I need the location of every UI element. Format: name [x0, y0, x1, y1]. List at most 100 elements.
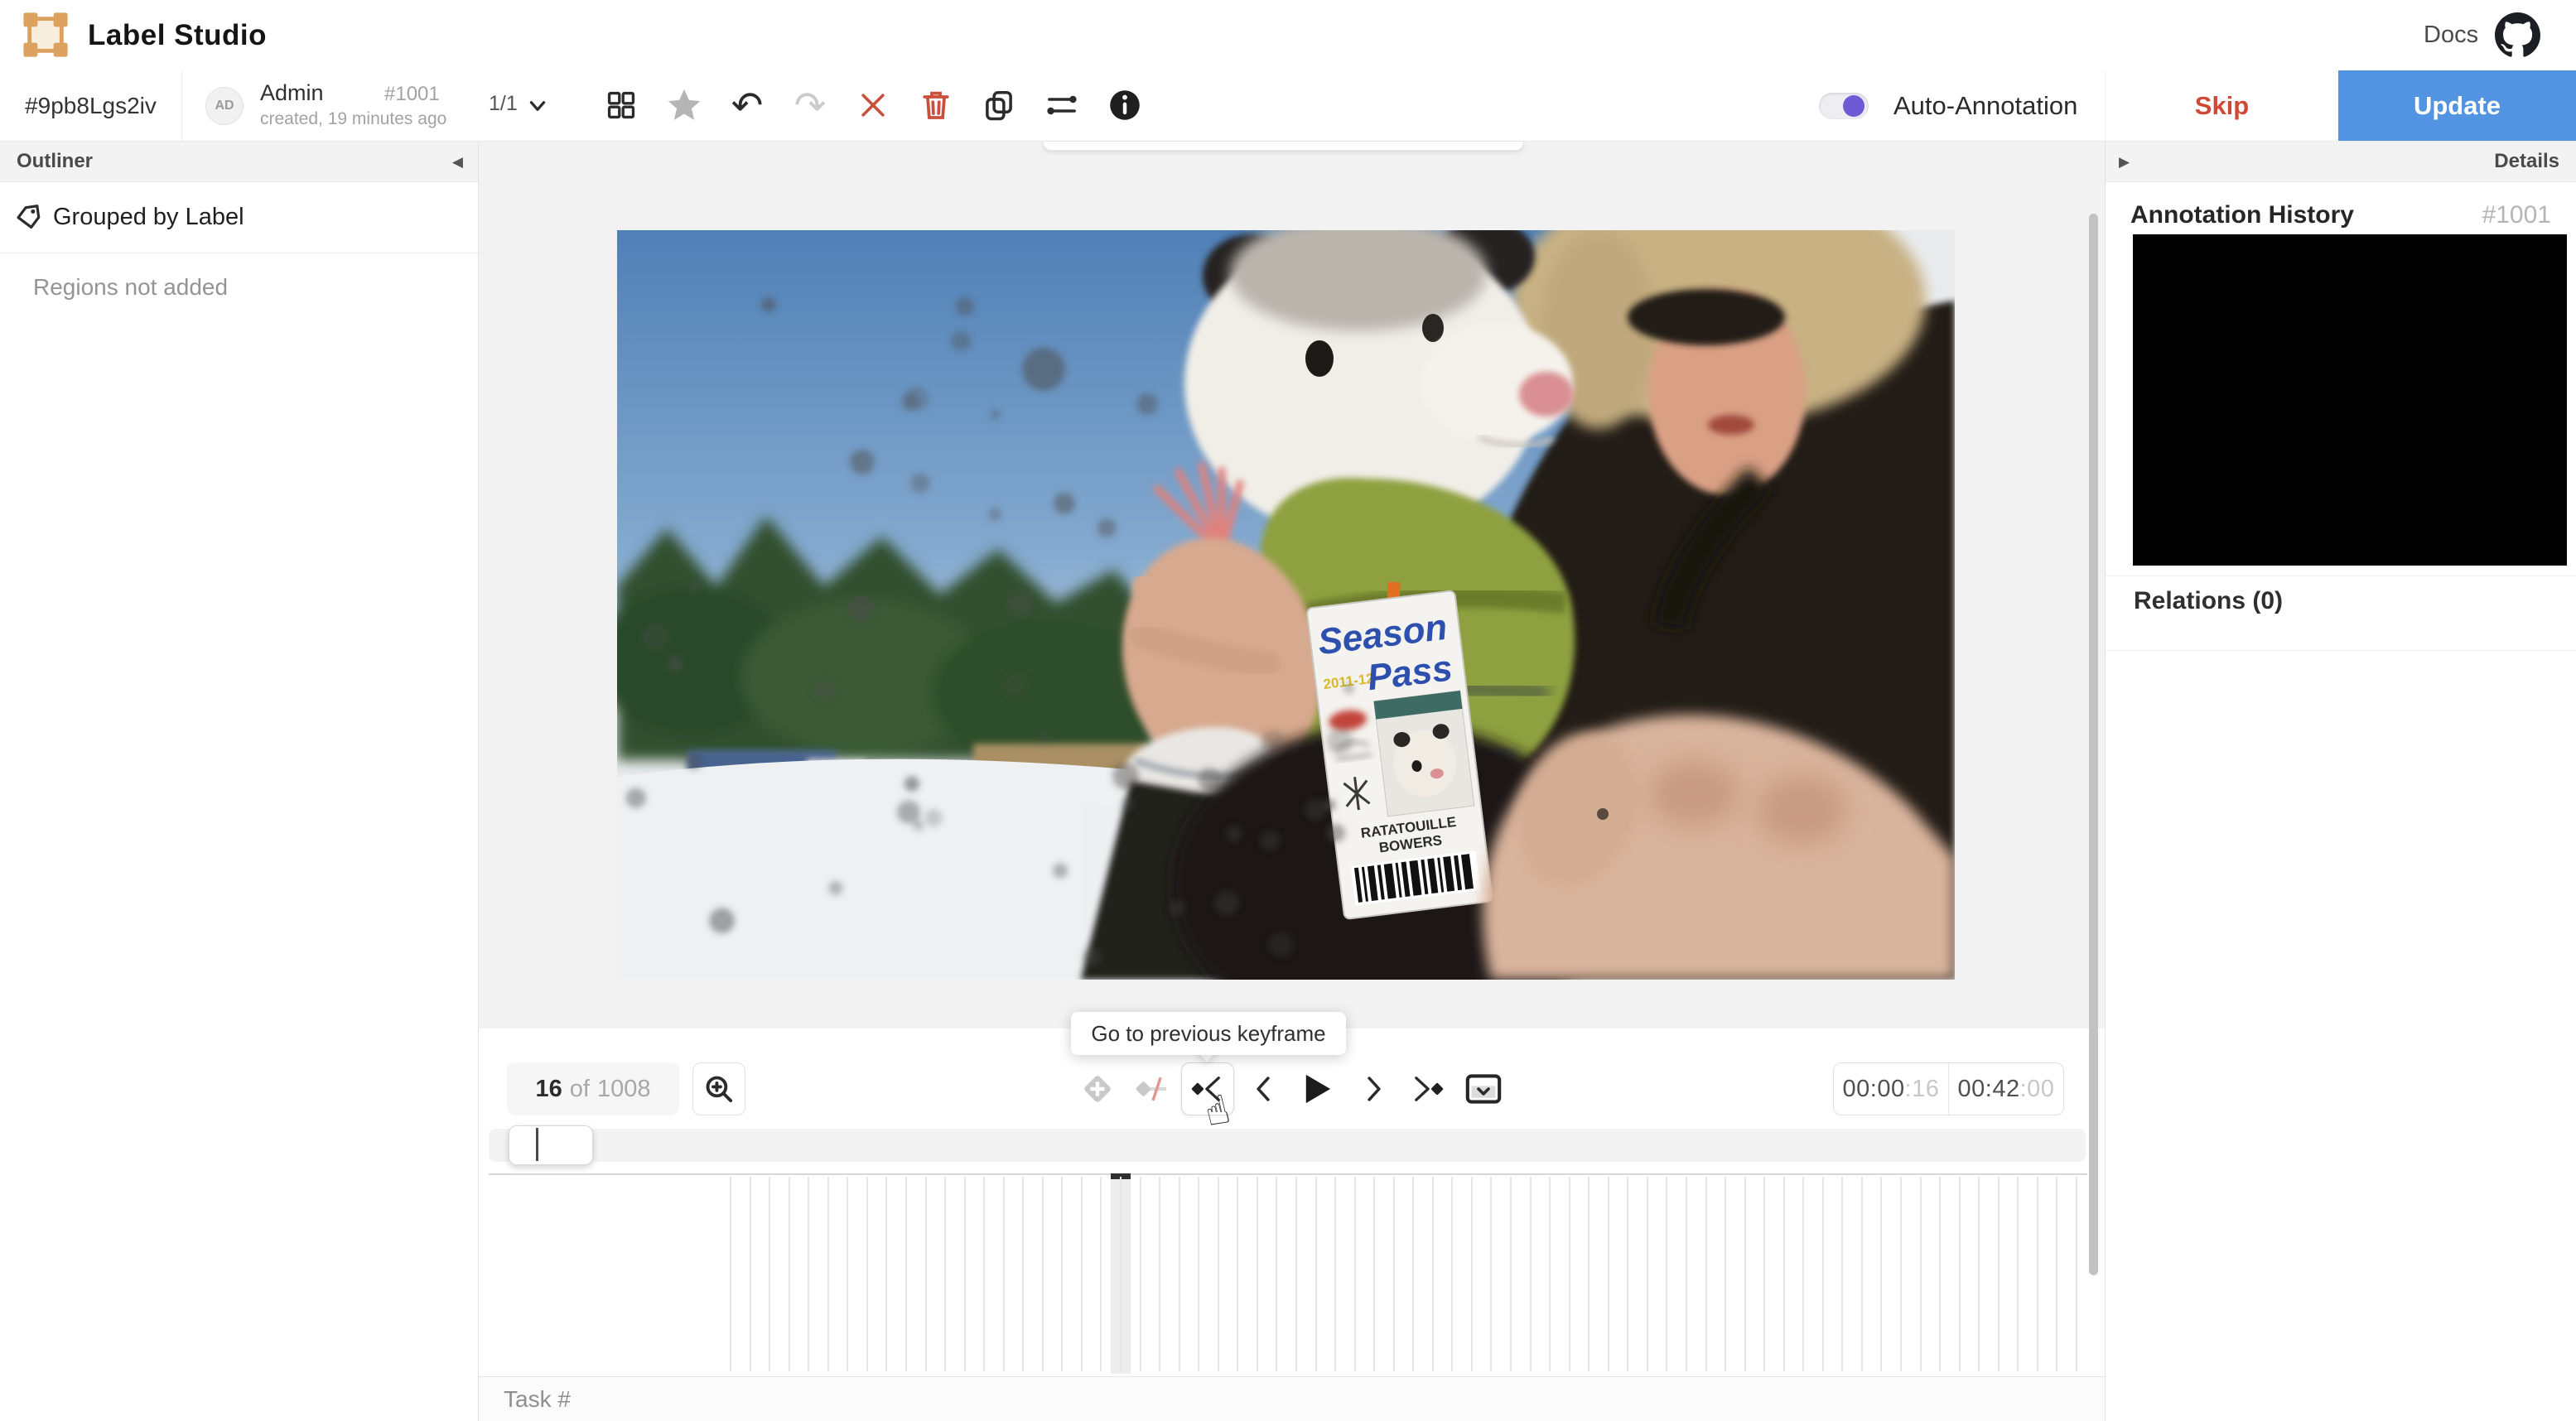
timeline-tick [1041, 1177, 1044, 1371]
timeline-tick [1080, 1177, 1083, 1371]
timeline-tick [1315, 1177, 1317, 1371]
next-keyframe-button[interactable] [1403, 1062, 1451, 1115]
timeline-tick [1100, 1177, 1102, 1371]
chevron-down-icon[interactable] [527, 95, 548, 117]
star-icon [668, 89, 701, 120]
timeline-tick [1821, 1177, 1824, 1371]
timeline-tick [730, 1177, 731, 1371]
timeline-tick [1763, 1177, 1766, 1371]
timeline-tick [847, 1177, 849, 1371]
regions-empty-text: Regions not added [33, 274, 229, 300]
time-position-frames: :16 [1904, 1075, 1940, 1102]
timeline-tick [1490, 1177, 1493, 1371]
seek-thumb[interactable] [509, 1125, 593, 1165]
divider [2106, 650, 2576, 651]
timeline-tick [1939, 1177, 1942, 1371]
video-frame[interactable]: Season 2011-12 Pass RATATOUILLE BOWERS [617, 230, 1955, 980]
timeline-tick [1880, 1177, 1883, 1371]
expand-panel-icon[interactable]: ▶ [2119, 154, 2130, 171]
timeline-tick [749, 1177, 751, 1371]
timeline-tick [1334, 1177, 1337, 1371]
info-button[interactable] [1102, 82, 1148, 128]
prev-frame-icon [1257, 1077, 1270, 1101]
timeline-ruler[interactable] [479, 1173, 2105, 1376]
details-panel: ▶ Details Annotation History #1001 Relat… [2105, 142, 2576, 1421]
trash-icon [923, 91, 949, 119]
collapse-panel-icon[interactable]: ◀ [452, 154, 463, 171]
app-header: Label Studio Docs [0, 0, 2576, 71]
timeline-tick [1958, 1177, 1961, 1371]
timeline-tick [1685, 1177, 1687, 1371]
timeline-collapse-button[interactable] [1459, 1062, 1507, 1115]
reject-button[interactable] [850, 82, 896, 128]
interpolation-button[interactable] [1129, 1062, 1177, 1115]
prev-keyframe-button[interactable] [1181, 1062, 1234, 1115]
label-studio-app: Label Studio Docs #9pb8Lgs2iv AD Admin #… [0, 0, 2576, 1421]
outliner-panel: Outliner ◀ Grouped by Label Regions not … [0, 142, 479, 1421]
timeline-tick [1529, 1177, 1532, 1371]
annotations-pager[interactable]: 1/1 [489, 92, 518, 116]
timeline-tick [1802, 1177, 1805, 1371]
task-id: #9pb8Lgs2iv [0, 70, 182, 141]
add-keyframe-button[interactable] [1073, 1062, 1122, 1115]
star-button[interactable] [661, 82, 707, 128]
seek-track[interactable] [489, 1125, 2086, 1165]
details-title: Details [2494, 150, 2559, 172]
vertical-scrollbar[interactable] [2089, 214, 2098, 1275]
toggle-knob [1843, 95, 1864, 117]
timeline-tick [1412, 1177, 1415, 1371]
time-duration: 00:42 [1957, 1075, 2020, 1102]
group-by-label-selector[interactable]: Grouped by Label [0, 182, 478, 253]
timeline-tick [963, 1177, 966, 1371]
auto-annotation-toggle[interactable] [1819, 93, 1869, 119]
skip-button[interactable]: Skip [2105, 70, 2338, 141]
github-icon[interactable] [2495, 12, 2540, 58]
video-workspace: Season 2011-12 Pass RATATOUILLE BOWERS [479, 142, 2105, 1028]
undo-button[interactable]: ↶ [724, 82, 770, 128]
app-title: Label Studio [88, 19, 267, 51]
add-keyframe-icon [1084, 1076, 1111, 1102]
timeline-tick [1256, 1177, 1258, 1371]
docs-link[interactable]: Docs [2424, 0, 2478, 70]
grid-view-button[interactable] [598, 82, 644, 128]
timeline-tick [1237, 1177, 1239, 1371]
auto-annotation-label: Auto-Annotation [1893, 91, 2078, 120]
play-icon [1305, 1074, 1331, 1104]
frame-separator: of [569, 1075, 590, 1102]
label-studio-logo-icon [23, 12, 68, 57]
prev-frame-button[interactable] [1239, 1062, 1287, 1115]
tag-icon [17, 205, 41, 229]
timeline-tick [1997, 1177, 2000, 1371]
timeline-tick [808, 1177, 810, 1371]
timeline-tick [885, 1177, 888, 1371]
delete-button[interactable] [913, 82, 959, 128]
next-frame-button[interactable] [1350, 1062, 1398, 1115]
timeline-tick [1568, 1177, 1570, 1371]
time-duration-field[interactable]: 00:42:00 [1948, 1063, 2063, 1115]
play-button[interactable] [1292, 1062, 1340, 1115]
user-avatar[interactable]: AD [205, 87, 244, 125]
timeline-tick [1373, 1177, 1376, 1371]
update-button[interactable]: Update [2338, 70, 2576, 141]
frame-counter[interactable]: 16 of 1008 [507, 1062, 679, 1115]
timeline-tick [1217, 1177, 1219, 1371]
redo-button[interactable]: ↷ [787, 82, 833, 128]
interpolation-icon [1136, 1077, 1167, 1101]
timeline-ruler-line [489, 1173, 2087, 1175]
timeline-tick [1549, 1177, 1551, 1371]
timeline-tick [1061, 1177, 1064, 1371]
annotation-history-preview[interactable] [2133, 234, 2567, 566]
timeline-tick [1978, 1177, 1980, 1371]
timeline-tick [2056, 1177, 2058, 1371]
zoom-button[interactable] [692, 1062, 745, 1115]
timeline-tick [2075, 1177, 2077, 1371]
task-number-label: Task # [504, 1386, 571, 1412]
settings-button[interactable] [1039, 82, 1085, 128]
info-icon [1110, 90, 1140, 120]
timeline-tick [1744, 1177, 1746, 1371]
duplicate-button[interactable] [976, 82, 1022, 128]
time-position-field[interactable]: 00:00:16 [1834, 1063, 1948, 1115]
next-frame-icon [1368, 1077, 1381, 1101]
details-header: ▶ Details [2106, 142, 2576, 182]
time-position: 00:00 [1842, 1075, 1905, 1102]
